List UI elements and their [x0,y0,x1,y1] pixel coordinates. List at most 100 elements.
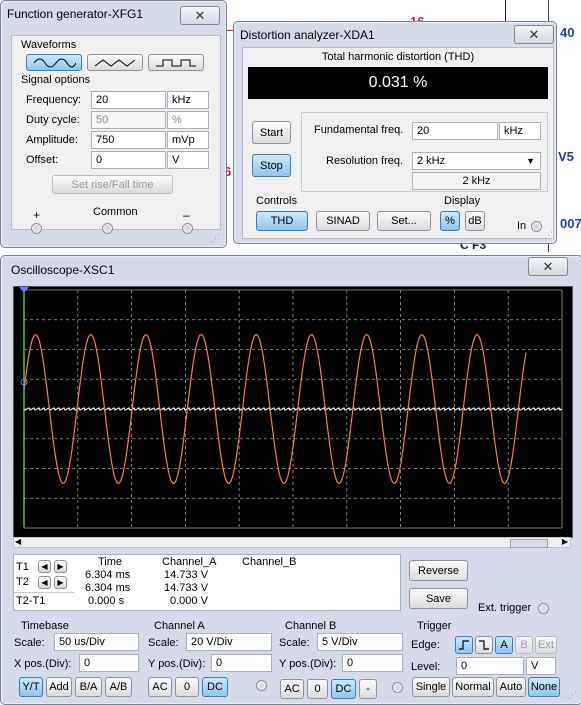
t1-time: 6.304 ms [85,569,131,581]
function-generator-window[interactable]: Function generator-XFG1 ✕ Waveforms Sign… [0,0,227,248]
auto-button[interactable]: Auto [496,677,526,697]
channel-a-ypos-input[interactable]: 0 [211,654,272,672]
frequency-input[interactable]: 20 [91,91,166,109]
channel-b-zero-button[interactable]: 0 [307,679,328,699]
t1-right-button[interactable]: ▶ [54,560,67,573]
set-rise-fall-button[interactable]: Set rise/Fall time [52,175,173,194]
yt-button[interactable]: Y/T [19,677,43,697]
single-button[interactable]: Single [412,677,450,697]
rising-edge-button[interactable] [455,636,473,654]
reverse-button[interactable]: Reverse [409,560,468,581]
function-generator-panel: Waveforms Signal options Frequency: 20 k… [11,35,221,230]
square-wave-button[interactable] [148,54,204,71]
x-pos-input[interactable]: 0 [79,654,139,672]
t1-left-button[interactable]: ◀ [38,560,51,573]
channel-a-dc-button[interactable]: DC [202,677,228,697]
triangle-wave-button[interactable] [87,54,143,71]
resize-grip-icon[interactable]: ⋰ [568,690,578,700]
fundamental-freq-unit[interactable]: kHz [499,122,541,140]
trigger-source-b-button[interactable]: B [515,636,533,654]
ab-button[interactable]: A/B [105,677,132,697]
trigger-source-ext-button[interactable]: Ext [535,636,557,654]
channel-a-scale-input[interactable]: 20 V/Div [186,633,272,651]
normal-button[interactable]: Normal [452,677,494,697]
close-button[interactable]: ✕ [528,257,568,276]
channel-b-ac-button[interactable]: AC [280,679,304,699]
oscilloscope-window[interactable]: Oscilloscope-XSC1 ✕ ◀ ▶ T1 T2 T2-T1 ◀ ▶ … [0,255,581,705]
trigger-level-input[interactable]: 0 [456,657,524,675]
amplitude-unit[interactable]: mVp [167,131,209,149]
in-terminal-label: In [517,220,527,232]
schematic-label: 40 [560,25,575,40]
window-title: Distortion analyzer-XDA1 [240,28,375,42]
close-icon: ✕ [194,7,206,23]
terminal-common-label: Common [93,206,138,218]
signal-options-label: Signal options [21,74,91,86]
resolution-freq-select[interactable]: 2 kHz ▼ [412,152,541,170]
in-terminal[interactable] [531,221,542,232]
thd-display: 0.031 % [248,67,548,99]
channel-b-ypos-input[interactable]: 0 [342,654,403,672]
terminal-plus[interactable] [31,223,42,234]
terminal-minus[interactable] [182,223,193,234]
stop-button[interactable]: Stop [252,154,291,177]
save-button[interactable]: Save [409,588,468,609]
resize-grip-icon[interactable]: ⋰ [211,233,221,243]
channel-a-label: Channel A [154,620,205,632]
frequency-unit[interactable]: kHz [167,91,209,109]
arrow-right-icon: ▶ [57,578,64,587]
t1-label: T1 [16,561,29,573]
fundamental-freq-input[interactable]: 20 [412,122,498,140]
resize-grip-icon[interactable]: ⋰ [544,230,554,240]
close-button[interactable]: ✕ [180,6,220,25]
trigger-level-unit[interactable]: V [526,657,556,675]
start-button[interactable]: Start [252,121,291,144]
channel-b-terminal[interactable] [392,682,403,693]
channel-b-scale-input[interactable]: 5 V/Div [317,633,403,651]
ba-button[interactable]: B/A [75,677,102,697]
timebase-scale-input[interactable]: 50 us/Div [54,633,139,651]
resolution-freq-value: 2 kHz [417,155,446,167]
channel-b-minus-button[interactable]: - [359,679,377,699]
close-button[interactable]: ✕ [514,25,554,44]
distortion-analyzer-window[interactable]: Distortion analyzer-XDA1 ✕ Total harmoni… [233,21,557,244]
t1-channel-a: 14.733 V [164,569,209,581]
scroll-left-icon[interactable]: ◀ [15,537,21,546]
channel-b-dc-button[interactable]: DC [331,679,356,699]
frequency-label: Frequency: [26,94,82,106]
square-wave-icon [156,59,196,66]
amplitude-label: Amplitude: [26,134,78,146]
falling-edge-button[interactable] [475,636,493,654]
channel-a-ypos-label: Y pos.(Div): [148,658,206,670]
thd-button[interactable]: THD [256,211,308,231]
channel-a-zero-button[interactable]: 0 [175,677,199,697]
scroll-right-icon[interactable]: ▶ [562,537,568,546]
terminal-minus-label: – [183,208,190,222]
trigger-source-a-button[interactable]: A [495,636,513,654]
sinad-button[interactable]: SINAD [316,211,370,231]
oscilloscope-plot [19,287,563,529]
horizontal-scrollbar[interactable]: ◀ ▶ [13,537,571,548]
duty-cycle-unit[interactable]: % [167,111,209,129]
set-button[interactable]: Set... [377,211,431,231]
ext-trigger-terminal[interactable] [538,603,549,614]
t2-right-button[interactable]: ▶ [54,576,67,589]
offset-input[interactable]: 0 [91,151,166,169]
add-button[interactable]: Add [46,677,72,697]
resolution-freq-readout: 2 kHz [412,172,541,190]
percent-button[interactable]: % [440,211,460,231]
amplitude-input[interactable]: 750 [91,131,166,149]
sine-wave-button[interactable] [26,54,82,71]
oscilloscope-screen[interactable] [13,286,573,538]
duty-cycle-input[interactable]: 50 [91,111,166,129]
t2-left-button[interactable]: ◀ [38,576,51,589]
channel-a-terminal[interactable] [256,680,267,691]
scrollbar-thumb[interactable] [510,539,548,548]
fundamental-freq-label: Fundamental freq. [314,124,404,136]
channel-a-ac-button[interactable]: AC [148,677,172,697]
terminal-common[interactable] [102,223,113,234]
offset-unit[interactable]: V [167,151,209,169]
db-button[interactable]: dB [465,211,485,231]
none-button[interactable]: None [528,677,560,697]
waveforms-label: Waveforms [21,39,77,51]
